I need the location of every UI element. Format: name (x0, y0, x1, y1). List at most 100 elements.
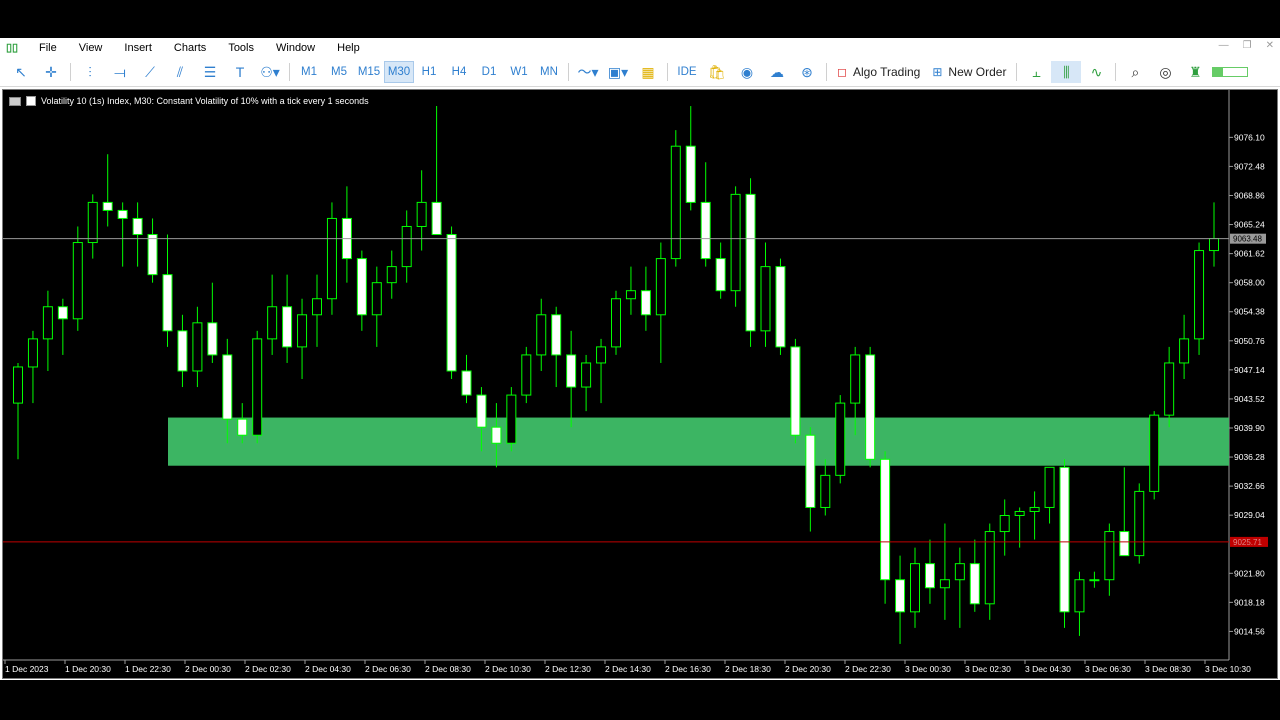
menu-view[interactable]: View (68, 38, 114, 58)
toolbar-separator (568, 63, 569, 81)
bar-chart-icon[interactable]: ⫠ (1021, 61, 1051, 83)
y-tick-label: 9061.62 (1234, 249, 1265, 259)
bull-candle (760, 266, 771, 332)
indicators-icon[interactable]: 〜▾ (573, 61, 603, 83)
bull-candle (192, 322, 203, 372)
x-tick-label: 2 Dec 10:30 (485, 664, 531, 674)
line-chart-icon[interactable]: ∿ (1081, 61, 1111, 83)
bear-candle (476, 394, 487, 428)
bull-candle (1074, 579, 1085, 613)
bull-candle (1029, 506, 1040, 512)
x-tick-label: 3 Dec 10:30 (1205, 664, 1251, 674)
x-tick-label: 2 Dec 04:30 (305, 664, 351, 674)
close-button[interactable]: ✕ (1266, 40, 1274, 51)
toolbar-separator (667, 63, 668, 81)
horizontal-line-icon[interactable]: ⟞ (105, 61, 135, 83)
new-order-button[interactable]: ⊞ New Order (926, 61, 1012, 83)
bull-candle (27, 338, 38, 368)
shapes-icon[interactable]: ⚇▾ (255, 61, 285, 83)
bear-candle (237, 418, 248, 436)
x-tick-label: 2 Dec 22:30 (845, 664, 891, 674)
bear-candle (924, 563, 935, 589)
timeframe-d1[interactable]: D1 (474, 61, 504, 83)
candlestick-icon[interactable]: ⫼ (1051, 61, 1082, 83)
market-icon[interactable]: 🛍 (702, 61, 732, 83)
x-tick-label: 3 Dec 00:30 (905, 664, 951, 674)
algo-trading-button[interactable]: ◻ Algo Trading (831, 61, 926, 83)
ide-button[interactable]: IDE (672, 61, 702, 83)
y-tick-label: 9014.56 (1234, 626, 1265, 636)
y-tick-label: 9039.90 (1234, 423, 1265, 433)
bear-candle (177, 330, 188, 372)
channel-icon[interactable]: ⫽ (165, 61, 195, 83)
chart-menu-icon[interactable] (9, 96, 21, 106)
bull-candle (326, 217, 337, 300)
signals-icon[interactable]: ▦ (633, 61, 663, 83)
menu-window[interactable]: Window (265, 38, 326, 58)
current-price-label: 9063.48 (1233, 235, 1262, 244)
menu-help[interactable]: Help (326, 38, 371, 58)
y-tick-label: 9032.66 (1234, 481, 1265, 491)
templates-icon[interactable]: ▣▾ (603, 61, 633, 83)
text-tool-icon[interactable]: T (225, 61, 255, 83)
bear-candle (117, 209, 128, 219)
signal-status-icon[interactable]: ♜ (1180, 61, 1210, 83)
bull-candle (1134, 490, 1145, 557)
toolbar-separator (70, 63, 71, 81)
trendline-icon[interactable]: ⟋ (135, 61, 165, 83)
bear-candle (147, 234, 158, 276)
bear-candle (700, 201, 711, 260)
bull-candle (1194, 250, 1205, 340)
community-icon[interactable]: ⊛ (792, 61, 822, 83)
crosshair-icon[interactable]: ✛ (36, 61, 66, 83)
bear-candle (865, 354, 876, 460)
timeframe-h1[interactable]: H1 (414, 61, 444, 83)
bear-candle (805, 434, 816, 508)
bear-candle (880, 458, 891, 581)
timeframe-w1[interactable]: W1 (504, 61, 534, 83)
toolbar-separator (826, 63, 827, 81)
bull-candle (835, 402, 846, 476)
y-tick-label: 9050.76 (1234, 336, 1265, 346)
bear-candle (282, 306, 293, 348)
restore-button[interactable]: ❐ (1243, 40, 1252, 51)
x-tick-label: 2 Dec 14:30 (605, 664, 651, 674)
bear-candle (1059, 466, 1070, 613)
price-chart[interactable]: 9076.10 9072.48 9068.86 9065.24 9061.62 9058.… (3, 90, 1277, 678)
timeframe-m5[interactable]: M5 (324, 61, 354, 83)
cursor-icon[interactable]: ↖ (6, 61, 36, 83)
x-tick-label: 1 Dec 2023 (5, 664, 49, 674)
menu-tools[interactable]: Tools (217, 38, 265, 58)
bull-candle (1014, 510, 1025, 516)
bull-candle (670, 145, 681, 260)
menu-insert[interactable]: Insert (113, 38, 163, 58)
bull-candle (401, 225, 412, 268)
bull-candle (1089, 579, 1100, 582)
bear-candle (431, 201, 442, 236)
vertical-line-icon[interactable]: ⫶ (75, 61, 105, 83)
menu-file[interactable]: File (28, 38, 68, 58)
timeframe-m15[interactable]: M15 (354, 61, 384, 83)
bull-candle (312, 298, 322, 316)
x-tick-label: 2 Dec 18:30 (725, 664, 771, 674)
vps-cloud-icon[interactable]: ☁ (762, 61, 792, 83)
bull-candle (371, 282, 382, 316)
minimize-button[interactable]: — (1219, 40, 1229, 51)
bear-candle (1119, 531, 1130, 557)
search-icon[interactable]: ⌕ (1120, 61, 1150, 83)
timeframe-m30[interactable]: M30 (384, 61, 414, 83)
broadcast-icon[interactable]: ◉ (732, 61, 762, 83)
timeframe-h4[interactable]: H4 (444, 61, 474, 83)
chart-window[interactable]: 9076.10 9072.48 9068.86 9065.24 9061.62 9058.… (2, 89, 1278, 679)
x-tick-label: 2 Dec 06:30 (365, 664, 411, 674)
timeframe-mn[interactable]: MN (534, 61, 564, 83)
timeframe-m1[interactable]: M1 (294, 61, 324, 83)
bull-candle (13, 366, 23, 404)
bear-candle (57, 306, 68, 320)
account-icon[interactable]: ◎ (1150, 61, 1180, 83)
bull-candle (521, 354, 532, 396)
bull-candle (386, 266, 397, 284)
bull-candle (954, 563, 965, 581)
menu-charts[interactable]: Charts (163, 38, 217, 58)
fibonacci-icon[interactable]: ☰ (195, 61, 225, 83)
